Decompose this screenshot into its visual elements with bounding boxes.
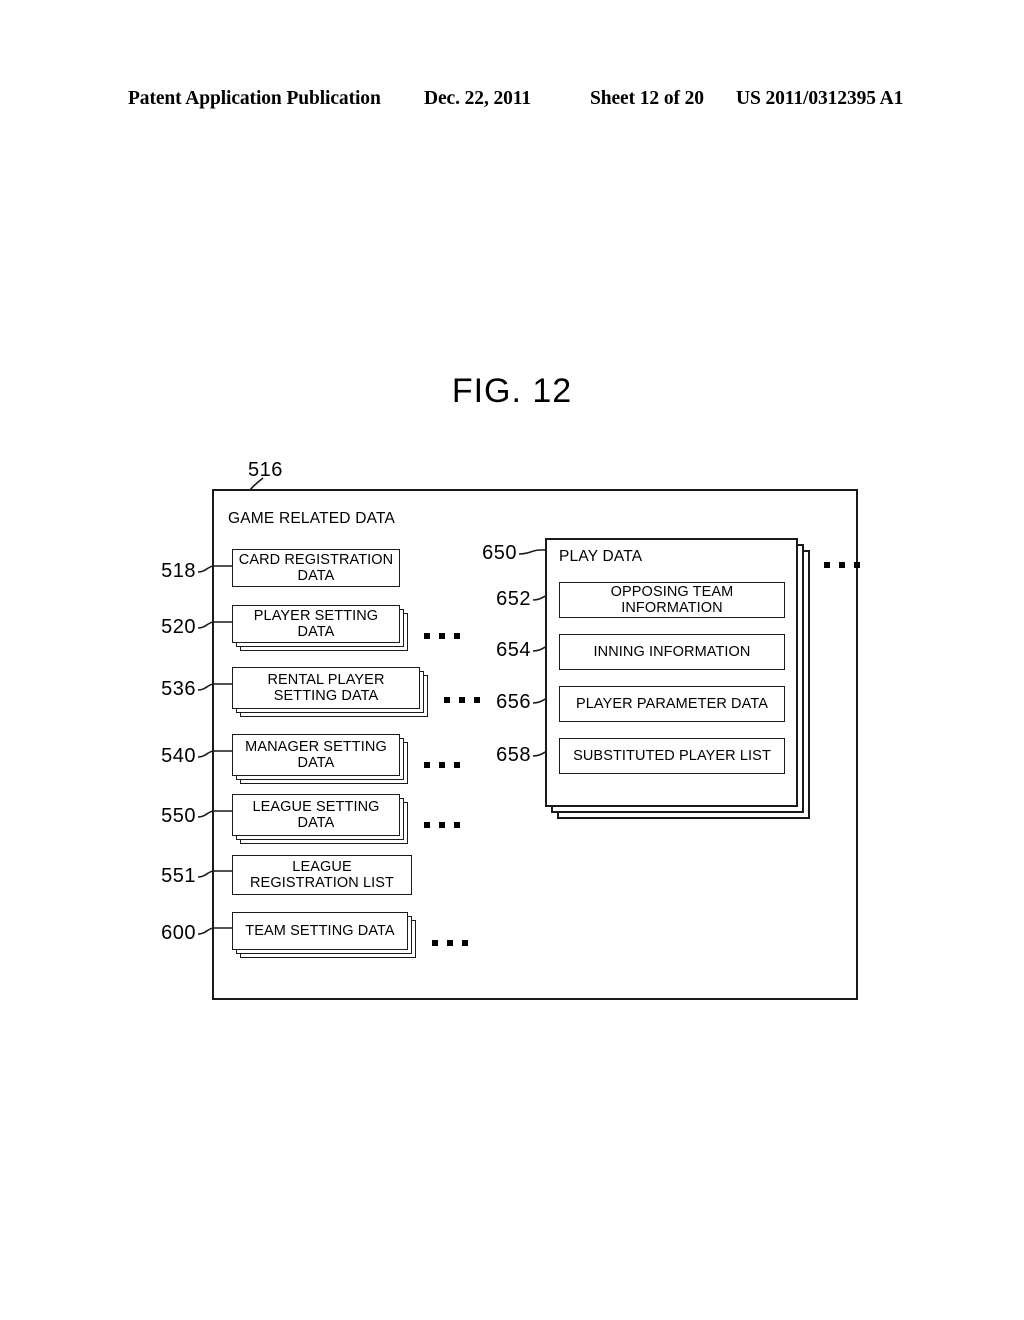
figure-12-diagram: GAME RELATED DATA 516 518 520 536 540 55… bbox=[0, 0, 1024, 1320]
ref-num-654: 654 bbox=[496, 639, 531, 661]
ref-num-536: 536 bbox=[161, 678, 196, 700]
ref-num-518: 518 bbox=[161, 560, 196, 582]
game-related-data-title: GAME RELATED DATA bbox=[228, 510, 396, 527]
rental-player-setting-data-ellipsis bbox=[444, 697, 480, 703]
ref-num-551: 551 bbox=[161, 865, 196, 887]
team-setting-data-box[interactable]: TEAM SETTING DATA bbox=[232, 912, 408, 950]
inning-information-box[interactable]: INNING INFORMATION bbox=[559, 634, 785, 670]
opposing-team-information-box[interactable]: OPPOSING TEAM INFORMATION bbox=[559, 582, 785, 618]
ref-num-600: 600 bbox=[161, 922, 196, 944]
manager-setting-data-ellipsis bbox=[424, 762, 460, 768]
ref-num-656: 656 bbox=[496, 691, 531, 713]
ref-num-516: 516 bbox=[248, 459, 283, 481]
ref-num-540: 540 bbox=[161, 745, 196, 767]
league-setting-data-box[interactable]: LEAGUE SETTING DATA bbox=[232, 794, 400, 836]
rental-player-setting-data-box[interactable]: RENTAL PLAYER SETTING DATA bbox=[232, 667, 420, 709]
team-setting-data-ellipsis bbox=[432, 940, 468, 946]
league-setting-data-ellipsis bbox=[424, 822, 460, 828]
league-registration-list-box[interactable]: LEAGUE REGISTRATION LIST bbox=[232, 855, 412, 895]
ref-num-520: 520 bbox=[161, 616, 196, 638]
player-setting-data-box[interactable]: PLAYER SETTING DATA bbox=[232, 605, 400, 643]
manager-setting-data-box[interactable]: MANAGER SETTING DATA bbox=[232, 734, 400, 776]
play-data-ellipsis bbox=[824, 562, 860, 568]
play-data-title: PLAY DATA bbox=[559, 548, 643, 565]
card-registration-data-box[interactable]: CARD REGISTRATION DATA bbox=[232, 549, 400, 587]
ref-num-650: 650 bbox=[482, 542, 517, 564]
player-setting-data-ellipsis bbox=[424, 633, 460, 639]
player-parameter-data-box[interactable]: PLAYER PARAMETER DATA bbox=[559, 686, 785, 722]
ref-num-550: 550 bbox=[161, 805, 196, 827]
ref-num-652: 652 bbox=[496, 588, 531, 610]
substituted-player-list-box[interactable]: SUBSTITUTED PLAYER LIST bbox=[559, 738, 785, 774]
ref-num-658: 658 bbox=[496, 744, 531, 766]
